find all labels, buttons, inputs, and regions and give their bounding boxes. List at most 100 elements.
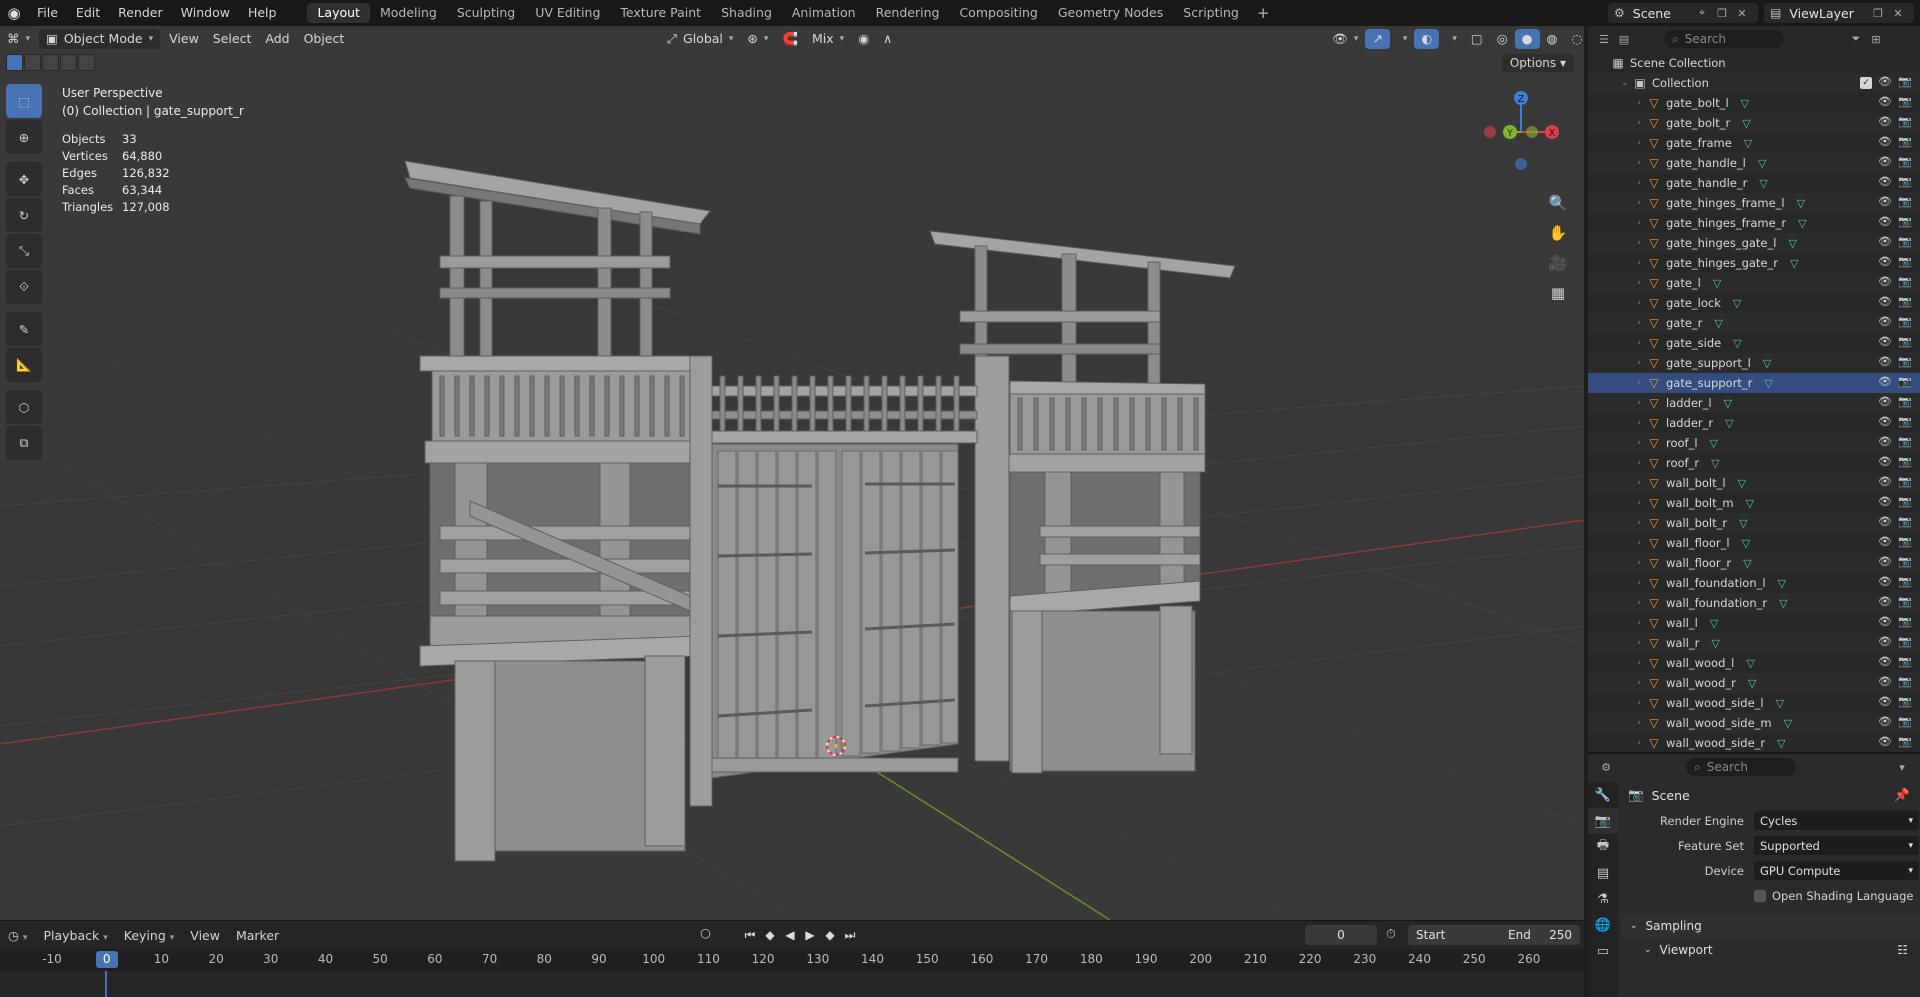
render-tab-icon[interactable]: 📷 — [1588, 808, 1618, 834]
tab-texture-paint[interactable]: Texture Paint — [610, 3, 711, 23]
visibility-eye-icon[interactable]: 👁 — [1878, 435, 1892, 448]
mesh-data-icon[interactable]: ▽ — [1746, 657, 1754, 670]
rotate-tool-icon[interactable]: ↻ — [6, 198, 42, 232]
render-camera-icon[interactable]: 📷 — [1898, 535, 1912, 548]
outliner-object-row[interactable]: › ▽ wall_l ▽ 👁 📷 — [1588, 613, 1920, 633]
prev-keyframe-icon[interactable]: ◆ — [760, 925, 780, 945]
rendered-shading-icon[interactable]: ◌ — [1564, 29, 1584, 49]
timeline-menu-view[interactable]: View — [182, 928, 228, 943]
outliner-object-row[interactable]: › ▽ wall_wood_r ▽ 👁 📷 — [1588, 673, 1920, 693]
timeline-menu-keying[interactable]: Keying ▾ — [116, 928, 183, 943]
outliner-object-row[interactable]: › ▽ gate_r ▽ 👁 📷 — [1588, 313, 1920, 333]
outliner-object-row[interactable]: › ▽ wall_bolt_l ▽ 👁 📷 — [1588, 473, 1920, 493]
device-select[interactable]: GPU Compute ▾ — [1754, 861, 1919, 880]
transform-tool-icon[interactable]: ⟐ — [6, 270, 42, 304]
scene-tab-icon[interactable]: ⚗ — [1588, 886, 1618, 912]
render-camera-icon[interactable]: 📷 — [1898, 735, 1912, 748]
visibility-eye-icon[interactable]: 👁 — [1878, 195, 1892, 208]
scale-tool-icon[interactable]: ⤡ — [6, 234, 42, 268]
visibility-eye-icon[interactable]: 👁 — [1878, 375, 1892, 388]
visibility-eye-icon[interactable]: 👁 — [1878, 355, 1892, 368]
ortho-grid-icon[interactable]: ▦ — [1544, 280, 1572, 306]
mesh-data-icon[interactable]: ▽ — [1788, 237, 1796, 250]
mesh-data-icon[interactable]: ▽ — [1711, 637, 1719, 650]
mesh-data-icon[interactable]: ▽ — [1743, 557, 1751, 570]
expand-arrow-icon[interactable]: › — [1632, 138, 1646, 148]
outliner-object-row[interactable]: › ▽ wall_wood_l ▽ 👁 📷 — [1588, 653, 1920, 673]
render-camera-icon[interactable]: 📷 — [1898, 675, 1912, 688]
render-camera-icon[interactable]: 📷 — [1898, 415, 1912, 428]
mesh-data-icon[interactable]: ▽ — [1777, 737, 1785, 750]
tab-scripting[interactable]: Scripting — [1173, 3, 1249, 23]
render-camera-icon[interactable]: 📷 — [1898, 295, 1912, 308]
visibility-eye-icon[interactable]: 👁 — [1878, 555, 1892, 568]
visibility-eye-icon[interactable]: 👁 — [1878, 535, 1892, 548]
render-camera-icon[interactable]: 📷 — [1898, 75, 1912, 88]
render-camera-icon[interactable]: 📷 — [1898, 435, 1912, 448]
outliner-object-row[interactable]: › ▽ roof_r ▽ 👁 📷 — [1588, 453, 1920, 473]
menu-help[interactable]: Help — [239, 0, 286, 26]
outliner-object-row[interactable]: › ▽ wall_foundation_r ▽ 👁 📷 — [1588, 593, 1920, 613]
visibility-eye-icon[interactable]: 👁 — [1878, 695, 1892, 708]
expand-arrow-icon[interactable]: › — [1632, 218, 1646, 228]
list-icon[interactable]: ☷ — [1897, 943, 1908, 957]
visibility-eye-icon[interactable]: 👁 — [1878, 175, 1892, 188]
outliner-object-row[interactable]: › ▽ gate_l ▽ 👁 📷 — [1588, 273, 1920, 293]
visibility-eye-icon[interactable]: 👁 — [1878, 155, 1892, 168]
close-icon[interactable]: ✕ — [1732, 3, 1752, 23]
render-camera-icon[interactable]: 📷 — [1898, 655, 1912, 668]
outliner-object-row[interactable]: › ▽ wall_wood_side_m ▽ 👁 📷 — [1588, 713, 1920, 733]
visibility-eye-icon[interactable]: 👁 — [1878, 335, 1892, 348]
render-camera-icon[interactable]: 📷 — [1898, 275, 1912, 288]
mesh-data-icon[interactable]: ▽ — [1746, 497, 1754, 510]
outliner-object-row[interactable]: › ▽ gate_support_l ▽ 👁 📷 — [1588, 353, 1920, 373]
mode-selector[interactable]: ▣ Object Mode ▾ — [39, 29, 161, 49]
cursor-tool-icon[interactable]: ⊕ — [6, 120, 42, 154]
expand-arrow-icon[interactable]: › — [1632, 638, 1646, 648]
render-camera-icon[interactable]: 📷 — [1898, 175, 1912, 188]
solid-shading-icon[interactable]: ● — [1514, 29, 1540, 49]
proportional-edit-icon[interactable]: ◉ — [851, 29, 876, 49]
expand-arrow-icon[interactable]: › — [1632, 378, 1646, 388]
pivot-icon[interactable]: ⊛ ▾ — [740, 29, 775, 49]
pan-hand-icon[interactable]: ✋ — [1544, 220, 1572, 246]
expand-arrow-icon[interactable]: › — [1632, 418, 1646, 428]
tab-rendering[interactable]: Rendering — [866, 3, 950, 23]
render-camera-icon[interactable]: 📷 — [1898, 475, 1912, 488]
jump-start-icon[interactable]: ⏮ — [740, 925, 760, 945]
visibility-eye-icon[interactable]: 👁 — [1878, 735, 1892, 748]
tab-compositing[interactable]: Compositing — [949, 3, 1047, 23]
mesh-data-icon[interactable]: ▽ — [1748, 677, 1756, 690]
world-tab-icon[interactable]: 🌐 — [1588, 912, 1618, 938]
outliner-object-row[interactable]: › ▽ gate_support_r ▽ 👁 📷 — [1588, 373, 1920, 393]
visibility-eye-icon[interactable]: 👁 — [1878, 455, 1892, 468]
outliner-object-row[interactable]: › ▽ gate_handle_r ▽ 👁 📷 — [1588, 173, 1920, 193]
expand-arrow-icon[interactable]: › — [1632, 718, 1646, 728]
orientation-selector[interactable]: ⤢ Global ▾ — [660, 29, 740, 49]
mesh-data-icon[interactable]: ▽ — [1778, 577, 1786, 590]
select-new-icon[interactable] — [6, 54, 23, 71]
properties-search[interactable]: ⌕ Search — [1686, 758, 1796, 776]
xray-icon[interactable]: ▢ — [1464, 29, 1490, 49]
outliner-object-row[interactable]: › ▽ wall_wood_side_r ▽ 👁 📷 — [1588, 733, 1920, 753]
pin-icon[interactable]: 📌 — [1894, 787, 1910, 803]
record-icon[interactable]: ○ — [700, 925, 711, 940]
visibility-eye-icon[interactable]: 👁 — [1878, 235, 1892, 248]
visibility-eye-icon[interactable]: 👁 — [1878, 255, 1892, 268]
visibility-eye-icon[interactable]: 👁 — [1878, 575, 1892, 588]
playhead[interactable] — [105, 971, 107, 997]
viewport-menu-view[interactable]: View — [162, 29, 206, 49]
mesh-data-icon[interactable]: ▽ — [1738, 477, 1746, 490]
outliner-object-row[interactable]: › ▽ wall_wood_side_l ▽ 👁 📷 — [1588, 693, 1920, 713]
tab-modeling[interactable]: Modeling — [370, 3, 447, 23]
blender-logo-icon[interactable]: ◉ — [0, 0, 28, 26]
axis-gizmo[interactable]: Z X Y — [1474, 84, 1584, 174]
gizmo-icon[interactable]: ↗ — [1365, 29, 1390, 49]
editor-type-icon[interactable]: ⌘ ▾ — [0, 29, 37, 49]
current-frame-field[interactable]: 0 — [1305, 925, 1377, 945]
expand-arrow-icon[interactable]: › — [1632, 678, 1646, 688]
osl-checkbox[interactable]: Open Shading Language — [1754, 889, 1914, 903]
outliner-editor-type-icon[interactable]: ☰ — [1594, 29, 1614, 49]
expand-arrow-icon[interactable]: › — [1632, 538, 1646, 548]
zoom-icon[interactable]: 🔍 — [1544, 190, 1572, 216]
